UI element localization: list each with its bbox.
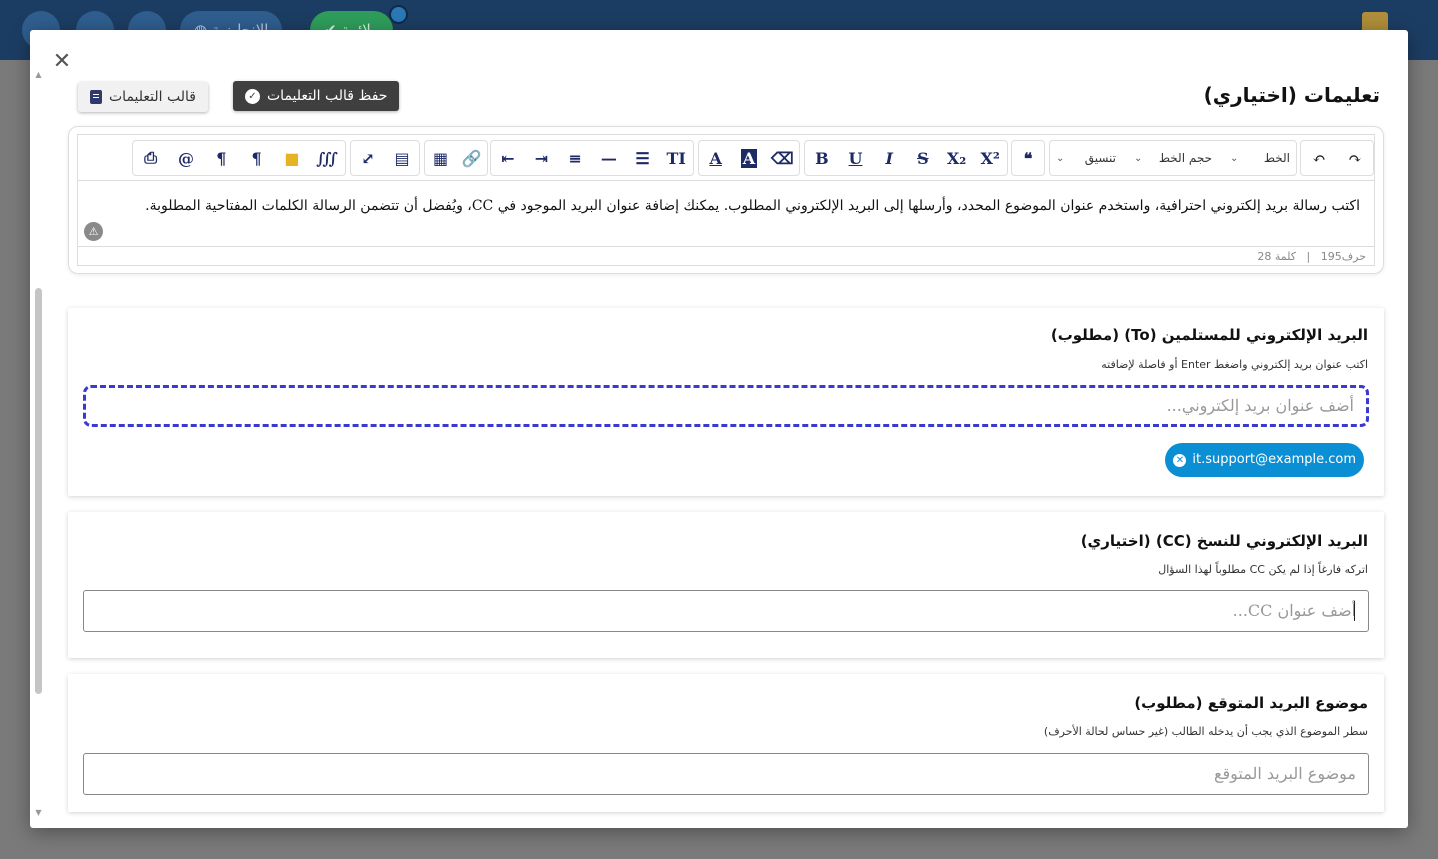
notification-dot <box>389 5 408 24</box>
section-title: تعليمات (اختياري) <box>1203 83 1380 107</box>
clear-format-icon[interactable]: ∭ <box>310 141 344 175</box>
to-field-label: البريد الإلكتروني للمستلمين (To) (مطلوب) <box>1050 326 1368 344</box>
ordered-list-icon[interactable]: ☰ <box>626 141 660 175</box>
to-field-hint: اكتب عنوان بريد إلكتروني واضغط Enter أو … <box>1101 358 1368 371</box>
remove-chip-icon[interactable]: ✕ <box>1173 453 1187 467</box>
paragraph-ltr-icon[interactable]: ¶ <box>240 141 274 175</box>
horizontal-rule-icon[interactable]: — <box>592 141 626 175</box>
strikethrough-icon[interactable]: S <box>906 141 940 175</box>
folder-icon[interactable]: ■ <box>275 141 309 175</box>
char-count: حرف195 <box>1320 250 1366 263</box>
history-group: ↶ ↷ <box>1300 140 1374 176</box>
font-select[interactable]: الخط ⌄ <box>1224 141 1296 175</box>
italic-icon[interactable]: I <box>872 141 906 175</box>
view-group: ⤢ ▤ <box>350 140 420 176</box>
eraser-icon[interactable]: ⌫ <box>766 141 799 175</box>
cc-field-label: البريد الإلكتروني للنسخ (CC) (اختياري) <box>1080 532 1368 550</box>
subject-field-card: موضوع البريد المتوقع (مطلوب) سطر الموضوع… <box>68 674 1384 812</box>
text-size-icon[interactable]: TI <box>659 141 693 175</box>
color-group: A A ⌫ <box>698 140 800 176</box>
scroll-up-icon[interactable]: ▲ <box>34 70 43 80</box>
layout-icon[interactable]: ▤ <box>385 141 419 175</box>
scroll-down-icon[interactable]: ▼ <box>34 808 43 818</box>
word-count: كلمة 28 <box>1257 250 1296 263</box>
align-icon[interactable]: ≡ <box>558 141 592 175</box>
to-email-input[interactable]: أضف عنوان بريد إلكتروني... <box>83 385 1369 427</box>
email-chip[interactable]: ✕ it.support@example.com <box>1165 443 1364 477</box>
font-size-select[interactable]: حجم الخط ⌄ <box>1128 141 1218 175</box>
rich-text-editor: ↶ ↷ تنسيق ⌄ حجم الخط ⌄ الخط ⌄ ❝ B U I S … <box>77 134 1375 266</box>
subject-field-hint: سطر الموضوع الذي يجب أن يدخله الطالب (غي… <box>1043 725 1368 738</box>
blockquote-icon[interactable]: ❝ <box>1012 141 1044 175</box>
template-button[interactable]: قالب التعليمات <box>78 82 208 112</box>
misc-group: ⎙ @ ¶ ¶ ■ ∭ <box>132 140 346 176</box>
link-icon[interactable]: 🔗 <box>456 141 487 175</box>
font-selects-group: تنسيق ⌄ حجم الخط ⌄ الخط ⌄ <box>1049 140 1297 176</box>
paragraph-group: ⇤ ⇥ ≡ — ☰ TI <box>490 140 694 176</box>
quote-group: ❝ <box>1011 140 1045 176</box>
warning-icon[interactable]: ⚠ <box>84 222 103 241</box>
editor-toolbar: ↶ ↷ تنسيق ⌄ حجم الخط ⌄ الخط ⌄ ❝ B U I S … <box>78 135 1374 181</box>
cc-email-input[interactable]: أضف عنوان CC... <box>83 590 1369 632</box>
text-style-group: B U I S X₂ X² <box>804 140 1008 176</box>
print-icon[interactable]: ⎙ <box>134 141 168 175</box>
close-icon[interactable]: ✕ <box>50 50 74 74</box>
editor-status-bar: حرف195 | كلمة 28 <box>1257 250 1366 263</box>
superscript-icon[interactable]: X² <box>973 141 1007 175</box>
editor-content[interactable]: اكتب رسالة بريد إلكتروني احترافية، واستخ… <box>78 181 1374 247</box>
editor-text: اكتب رسالة بريد إلكتروني احترافية، واستخ… <box>145 198 1360 214</box>
bold-icon[interactable]: B <box>805 141 839 175</box>
subject-field-label: موضوع البريد المتوقع (مطلوب) <box>1134 694 1368 712</box>
document-icon <box>90 90 102 104</box>
check-icon: ✓ <box>245 88 260 104</box>
highlight-color-icon[interactable]: A <box>732 141 765 175</box>
undo-icon[interactable]: ↶ <box>1302 141 1336 175</box>
subject-input[interactable]: موضوع البريد المتوقع <box>83 753 1369 795</box>
scrollbar-thumb[interactable] <box>35 288 42 694</box>
paragraph-rtl-icon[interactable]: ¶ <box>204 141 238 175</box>
subscript-icon[interactable]: X₂ <box>940 141 974 175</box>
cc-field-hint: اتركه فارغاً إذا لم يكن CC مطلوباً لهذا … <box>1158 563 1368 576</box>
text-cursor <box>1354 601 1355 621</box>
insert-group: ▦ 🔗 <box>424 140 488 176</box>
instructions-modal: ✕ ▲ ▼ تعليمات (اختياري) حفظ قالب التعليم… <box>30 30 1408 828</box>
editor-card: ↶ ↷ تنسيق ⌄ حجم الخط ⌄ الخط ⌄ ❝ B U I S … <box>68 126 1384 274</box>
save-template-button[interactable]: حفظ قالب التعليمات ✓ <box>233 81 400 111</box>
table-icon[interactable]: ▦ <box>425 141 456 175</box>
modal-scrollbar[interactable]: ▲ ▼ <box>34 70 43 818</box>
underline-icon[interactable]: U <box>839 141 873 175</box>
chevron-down-icon: ⌄ <box>1230 152 1239 164</box>
to-field-card: البريد الإلكتروني للمستلمين (To) (مطلوب)… <box>68 308 1384 496</box>
font-color-icon[interactable]: A <box>699 141 732 175</box>
cc-field-card: البريد الإلكتروني للنسخ (CC) (اختياري) ا… <box>68 512 1384 658</box>
mention-icon[interactable]: @ <box>169 141 203 175</box>
outdent-icon[interactable]: ⇤ <box>491 141 525 175</box>
fullscreen-icon[interactable]: ⤢ <box>351 141 385 175</box>
redo-icon[interactable]: ↷ <box>1338 141 1372 175</box>
indent-icon[interactable]: ⇥ <box>525 141 559 175</box>
chevron-down-icon: ⌄ <box>1056 152 1065 164</box>
format-select[interactable]: تنسيق ⌄ <box>1050 141 1122 175</box>
chevron-down-icon: ⌄ <box>1134 152 1143 164</box>
